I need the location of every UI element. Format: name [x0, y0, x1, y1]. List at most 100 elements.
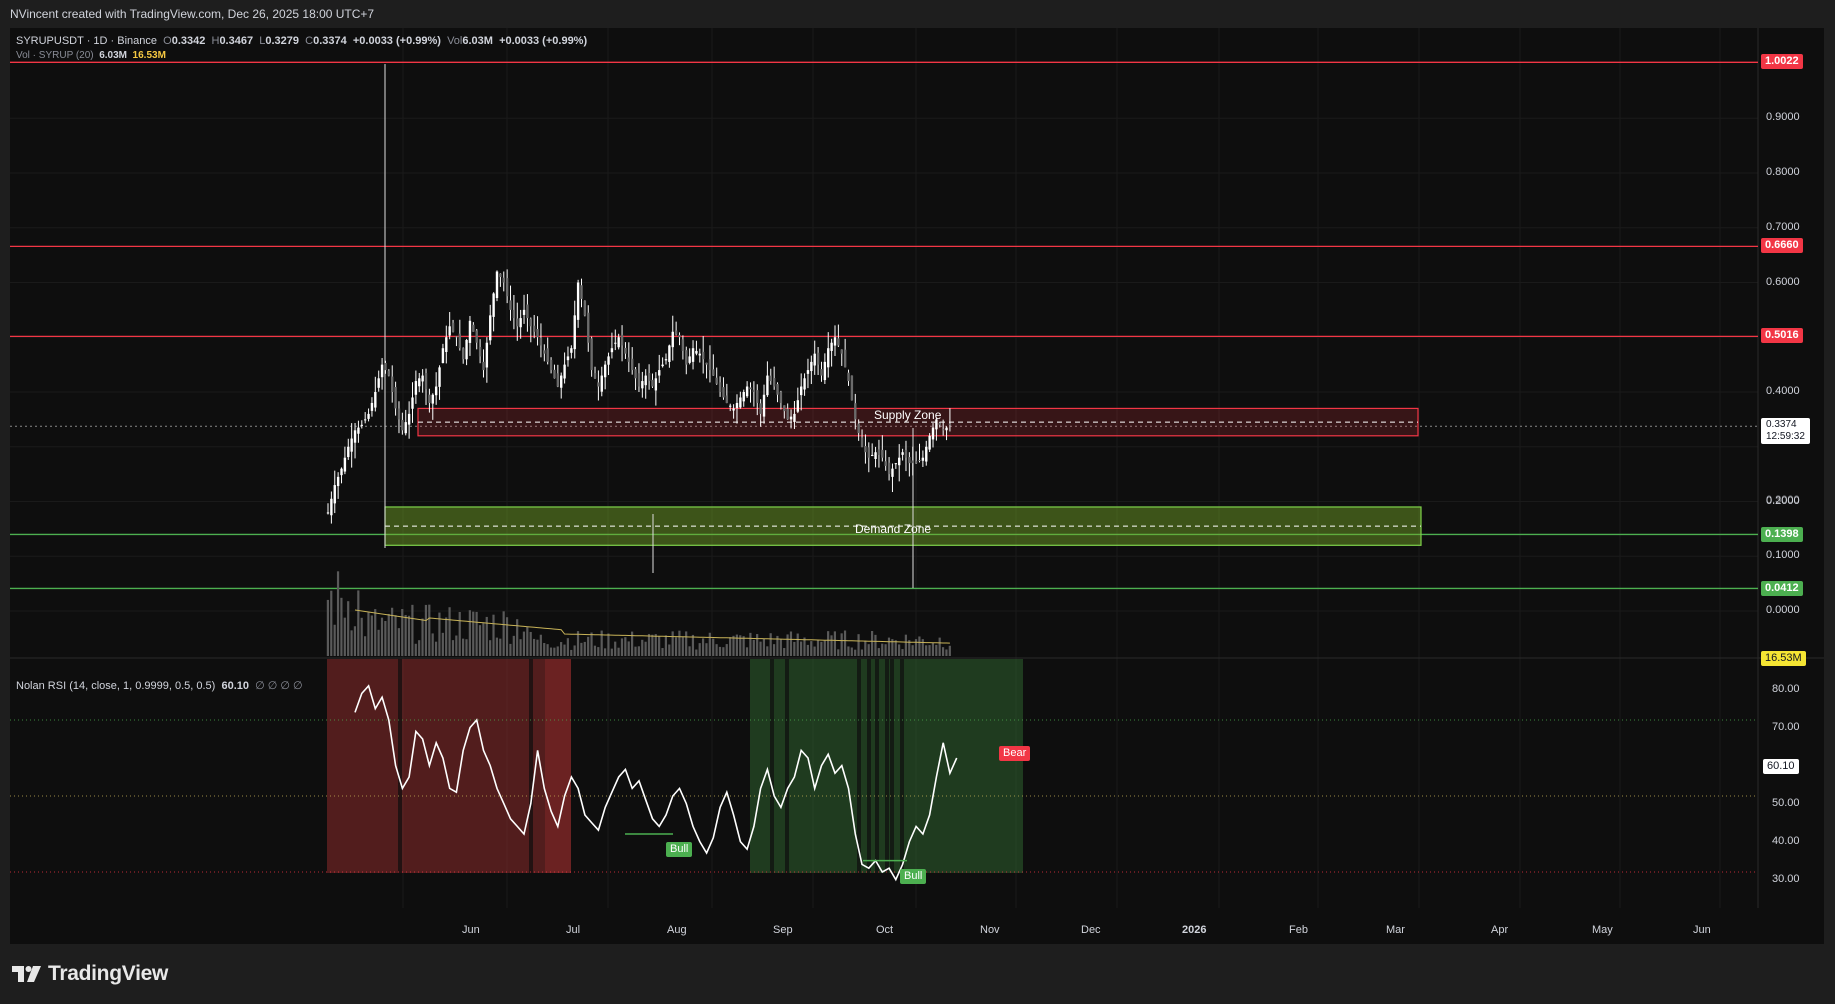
- candle-body: [492, 293, 495, 317]
- candle-body: [509, 300, 512, 310]
- candle-body: [772, 377, 776, 387]
- volume-bar: [918, 636, 921, 656]
- volume-bar: [627, 641, 630, 656]
- level-tag-resistance[interactable]: 0.6660: [1761, 238, 1803, 253]
- candle-body: [651, 379, 654, 387]
- volume-bar: [766, 646, 769, 656]
- time-axis-label: May: [1592, 924, 1613, 936]
- rsi-axis-label: 30.00: [1772, 873, 1800, 885]
- volume-bar: [519, 639, 522, 656]
- candle-body: [698, 353, 701, 356]
- candle-body: [472, 324, 475, 332]
- candle-body: [941, 429, 945, 431]
- demand-zone-label[interactable]: Demand Zone: [855, 522, 931, 536]
- volume-bar: [847, 646, 850, 656]
- candle-body: [881, 449, 884, 458]
- candle-body: [661, 364, 664, 367]
- candle-body: [867, 447, 870, 458]
- volume-bar: [759, 641, 762, 656]
- chart-area[interactable]: SYRUPUSDT · 1D · Binance O0.3342 H0.3467…: [10, 28, 1824, 944]
- volume-bar: [441, 632, 444, 656]
- candle-body: [549, 359, 553, 371]
- volume-bar: [779, 639, 782, 656]
- volume-bar: [688, 646, 691, 656]
- candle-body: [752, 389, 756, 392]
- candle-body: [800, 386, 803, 396]
- volume-bar: [772, 644, 776, 656]
- volume-ma-tag: 16.53M: [1761, 651, 1806, 666]
- rsi-axis-label: 40.00: [1772, 835, 1800, 847]
- volume-bar: [827, 631, 830, 656]
- candle-body: [681, 339, 685, 351]
- symbol-label[interactable]: SYRUPUSDT · 1D · Binance: [16, 35, 157, 47]
- volume-bar: [512, 635, 515, 656]
- volume-indicator-value: 6.03M: [99, 50, 127, 61]
- candle-body: [522, 309, 526, 315]
- volume-bar: [468, 610, 471, 656]
- volume-bar: [634, 646, 637, 656]
- volume-bar: [718, 646, 722, 656]
- volume-bar: [333, 624, 336, 656]
- rsi-legend[interactable]: Nolan RSI (14, close, 1, 0.9999, 0.5, 0.…: [16, 679, 303, 692]
- candle-body: [350, 438, 353, 452]
- candle-body: [377, 378, 380, 388]
- level-tag-resistance[interactable]: 1.0022: [1761, 54, 1803, 69]
- candle-body: [563, 364, 566, 379]
- candle-body: [576, 282, 580, 320]
- candle-body: [769, 375, 772, 382]
- volume-bar: [563, 644, 566, 656]
- candle-body: [519, 318, 522, 328]
- candle-body: [664, 359, 668, 361]
- rsi-region-gap: [875, 659, 879, 873]
- volume-bar: [925, 645, 928, 656]
- candle-body: [573, 315, 576, 350]
- candle-body: [465, 339, 468, 360]
- volume-bar: [637, 646, 640, 656]
- rsi-region-gap: [529, 659, 533, 873]
- candle-body: [357, 427, 360, 434]
- volume-bar: [668, 644, 671, 656]
- time-axis-label: Feb: [1289, 924, 1308, 936]
- chart-canvas[interactable]: [10, 28, 1824, 944]
- volume-bar: [654, 634, 657, 656]
- candle-body: [384, 362, 387, 371]
- volume-bar: [644, 641, 647, 656]
- candle-body: [617, 337, 620, 348]
- candle-body: [658, 370, 661, 376]
- level-tag-support[interactable]: 0.0412: [1761, 581, 1803, 596]
- volume-bar: [867, 644, 870, 656]
- tradingview-logo[interactable]: TradingView: [12, 962, 168, 986]
- volume-bar: [590, 632, 593, 656]
- rsi-axis-label: 70.00: [1772, 721, 1800, 733]
- volume-bar: [810, 641, 813, 656]
- volume-bar: [800, 641, 803, 656]
- price-axis-label: 0.7000: [1766, 221, 1800, 233]
- level-tag-resistance[interactable]: 0.5016: [1761, 328, 1803, 343]
- candle-body: [468, 320, 472, 343]
- volume-bar: [732, 635, 735, 656]
- volume-bar: [641, 639, 644, 656]
- volume-legend[interactable]: Vol · SYRUP (20) 6.03M 16.53M: [16, 50, 166, 61]
- supply-zone-label[interactable]: Supply Zone: [874, 408, 941, 422]
- candle-body: [593, 373, 597, 379]
- volume-bar: [830, 635, 833, 656]
- rsi-region-gap: [785, 659, 789, 873]
- level-tag-support[interactable]: 0.1398: [1761, 527, 1803, 542]
- volume-bar: [576, 631, 580, 656]
- change-value: +0.0033 (+0.99%): [352, 35, 441, 47]
- candle-body: [877, 449, 881, 455]
- candle-body: [333, 485, 336, 504]
- volume-bar: [367, 612, 370, 656]
- candle-body: [434, 386, 438, 396]
- candle-body: [847, 372, 850, 382]
- volume-bar: [353, 626, 357, 656]
- candle-body: [840, 349, 843, 354]
- candle-body: [722, 387, 725, 398]
- candle-body: [631, 358, 634, 371]
- volume-bar: [340, 597, 343, 656]
- volume-bar: [837, 649, 840, 656]
- current-price-value: 0.3374: [1766, 419, 1797, 430]
- candle-body: [820, 369, 823, 376]
- candle-body: [904, 449, 908, 458]
- candle-body: [860, 437, 864, 447]
